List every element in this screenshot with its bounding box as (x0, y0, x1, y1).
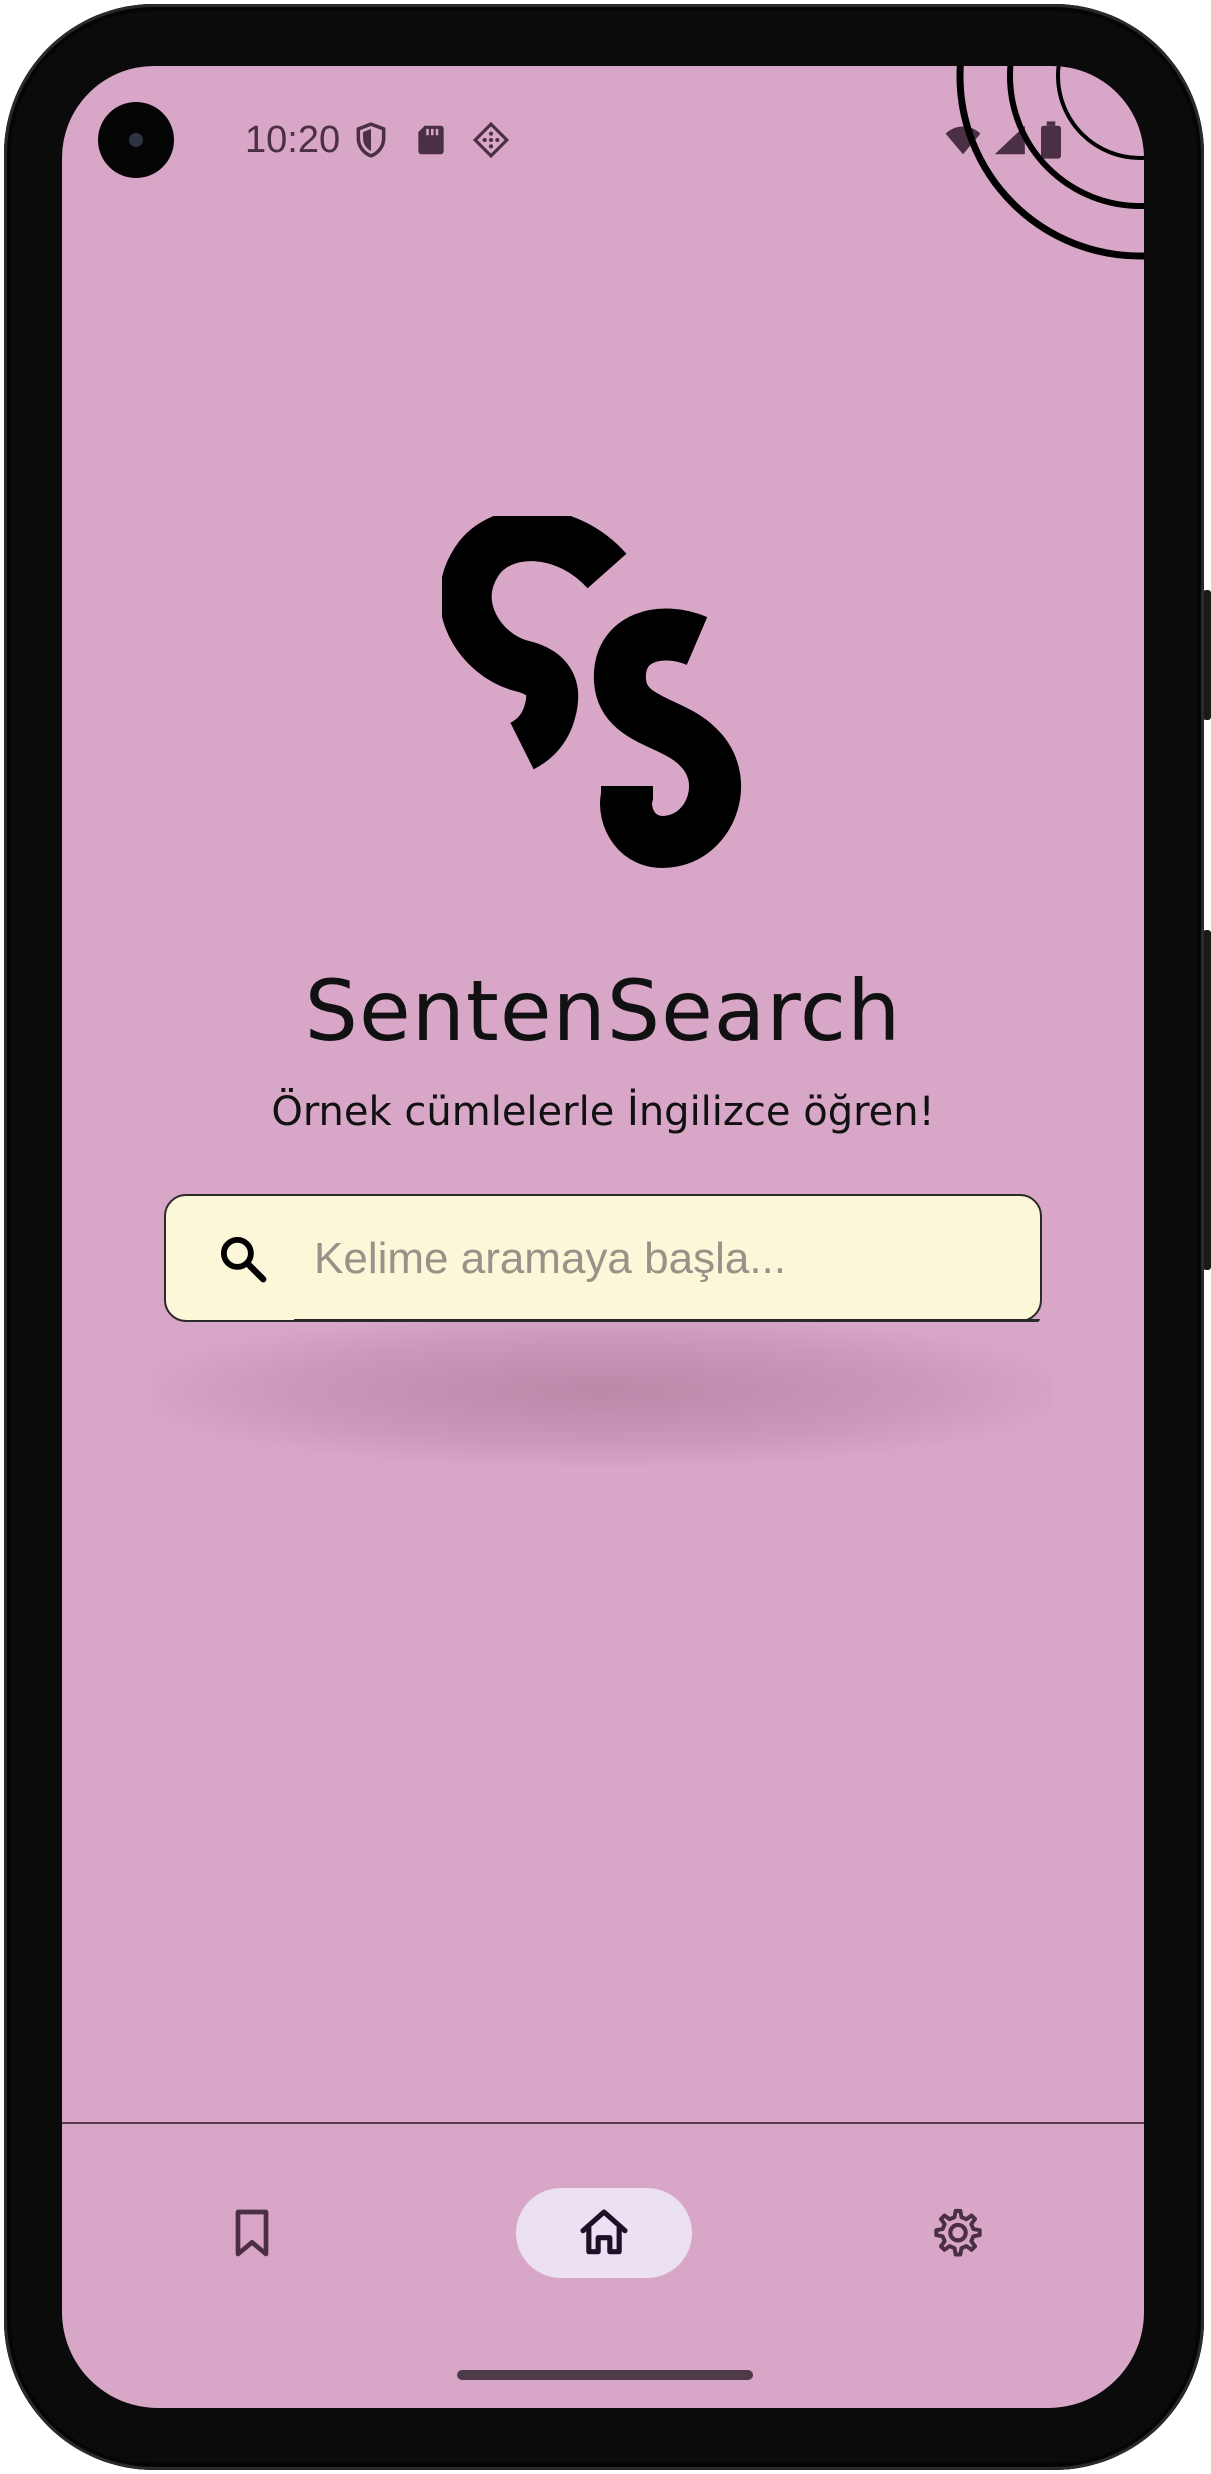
nav-home[interactable] (516, 2188, 692, 2278)
gear-icon (930, 2205, 986, 2261)
app-title: SentenSearch (304, 962, 902, 1060)
home-icon (576, 2205, 632, 2261)
volume-button (1203, 930, 1211, 1270)
search-input[interactable] (314, 1216, 1014, 1302)
status-time: 10:20 (245, 119, 341, 161)
app-subtitle: Örnek cümlelerle İngilizce öğren! (271, 1089, 935, 1135)
power-button (1203, 590, 1211, 720)
sd-card-icon (412, 120, 450, 160)
app-screen: 10:20 SentenSearch Örnek cümlelerle İngi… (62, 66, 1144, 2408)
phone-frame: 10:20 SentenSearch Örnek cümlelerle İngi… (4, 4, 1204, 2470)
search-field[interactable] (164, 1194, 1042, 1322)
nav-settings[interactable] (908, 2188, 1008, 2278)
search-icon (216, 1232, 270, 1286)
bookmark-icon (224, 2205, 280, 2261)
device-stage: 10:20 SentenSearch Örnek cümlelerle İngi… (0, 0, 1211, 2474)
corner-rings-decoration (910, 66, 1144, 266)
diamond-grid-icon (472, 120, 510, 160)
shield-icon (352, 120, 390, 160)
front-camera (98, 102, 174, 178)
gesture-home-indicator[interactable] (457, 2370, 753, 2380)
search-underline (294, 1319, 1040, 1322)
nav-bookmarks[interactable] (202, 2188, 302, 2278)
ss-logo-icon (442, 516, 782, 916)
search-shadow (152, 1316, 1052, 1466)
bottom-nav-divider (62, 2122, 1144, 2124)
